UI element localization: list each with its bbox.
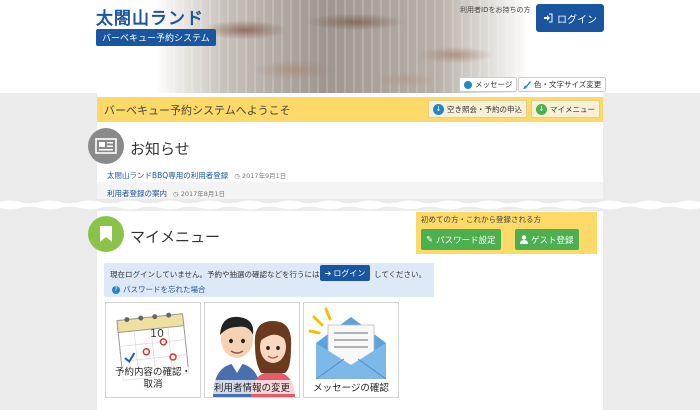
user-info-change-tile[interactable]: 利用者情報の変更 [204,302,300,398]
news-item-link[interactable]: 太閤山ランドBBQ専用の利用者登録 [107,171,228,180]
notice-text-end: してください。 [374,270,427,279]
user-id-note: 利用者IDをお持ちの方 [460,6,531,14]
login-icon [544,13,553,23]
login-icon: ➔ [324,268,332,278]
pencil-icon: ✎ [426,234,434,245]
message-button[interactable]: メッセージ [459,77,518,92]
user-icon [520,235,528,244]
arrow-down-icon: ↓ [536,103,547,115]
brush-icon [523,80,531,89]
question-icon: ? [112,285,120,294]
tile-label-line1: 予約内容の確認・ [114,367,191,378]
tile-label-line2: 取消 [143,379,163,390]
torn-divider [0,199,700,211]
forgot-password-link[interactable]: ? パスワードを忘れた場合 [112,284,206,295]
login-button-label: ログイン [557,14,597,26]
mymenu-heading: マイメニュー [130,228,221,246]
news-item[interactable]: 利用者登録の案内 ◷ 2017年8月1日 [107,188,225,199]
guest-button-label: ゲスト登録 [531,235,574,246]
system-subtitle: バーベキュー予約システム [96,29,216,46]
news-date: ◷ 2017年8月1日 [173,190,226,198]
news-date: ◷ 2017年9月1日 [234,172,287,180]
mymenu-button-label: マイメニュー [550,104,595,114]
notice-login-label: ログイン [333,268,366,278]
arrow-down-icon: ↓ [433,103,444,115]
login-button[interactable]: ログイン [536,4,604,32]
calendar-number: 10 [150,327,164,340]
notice-text: 現在ログインしていません。予約や抽選の確認などを行うには [110,270,320,279]
guest-registration-button[interactable]: ゲスト登録 [515,229,579,250]
news-heading: お知らせ [130,140,190,158]
mymenu-jump-button[interactable]: ↓ マイメニュー [531,100,600,118]
message-button-label: メッセージ [475,80,513,89]
news-item-link[interactable]: 利用者登録の案内 [107,189,167,198]
vacancy-button-label: 空き照会・予約の申込 [447,104,522,114]
message-check-tile[interactable]: メッセージの確認 [303,302,399,398]
tile-label: 予約内容の確認・ 取消 [106,367,200,391]
notice-login-button[interactable]: ➔ ログイン [320,265,370,281]
speech-bubble-icon [464,80,472,89]
newspaper-icon [88,128,124,164]
forgot-password-label: パスワードを忘れた場合 [123,285,206,294]
font-size-button[interactable]: 色・文字サイズ変更 [518,77,607,92]
password-setting-button[interactable]: ✎ パスワード設定 [421,229,501,250]
reservation-check-tile[interactable]: 10 予約内容の確認・ 取消 [105,302,201,398]
news-date-text: 2017年8月1日 [180,190,226,198]
news-item[interactable]: 太閤山ランドBBQ専用の利用者登録 ◷ 2017年9月1日 [107,170,286,181]
tile-label: メッセージの確認 [304,380,398,394]
site-title[interactable]: 太閤山ランド [96,4,204,29]
tile-label: 利用者情報の変更 [205,380,299,394]
welcome-text: バーベキュー予約システムへようこそ [104,104,291,117]
news-date-text: 2017年9月1日 [241,172,287,180]
bookmark-icon [88,216,124,252]
font-size-button-label: 色・文字サイズ変更 [534,80,602,89]
password-button-label: パスワード設定 [436,235,496,246]
first-time-text: 初めての方・これから登録される方 [421,215,541,224]
vacancy-reservation-button[interactable]: ↓ 空き照会・予約の申込 [428,100,527,118]
